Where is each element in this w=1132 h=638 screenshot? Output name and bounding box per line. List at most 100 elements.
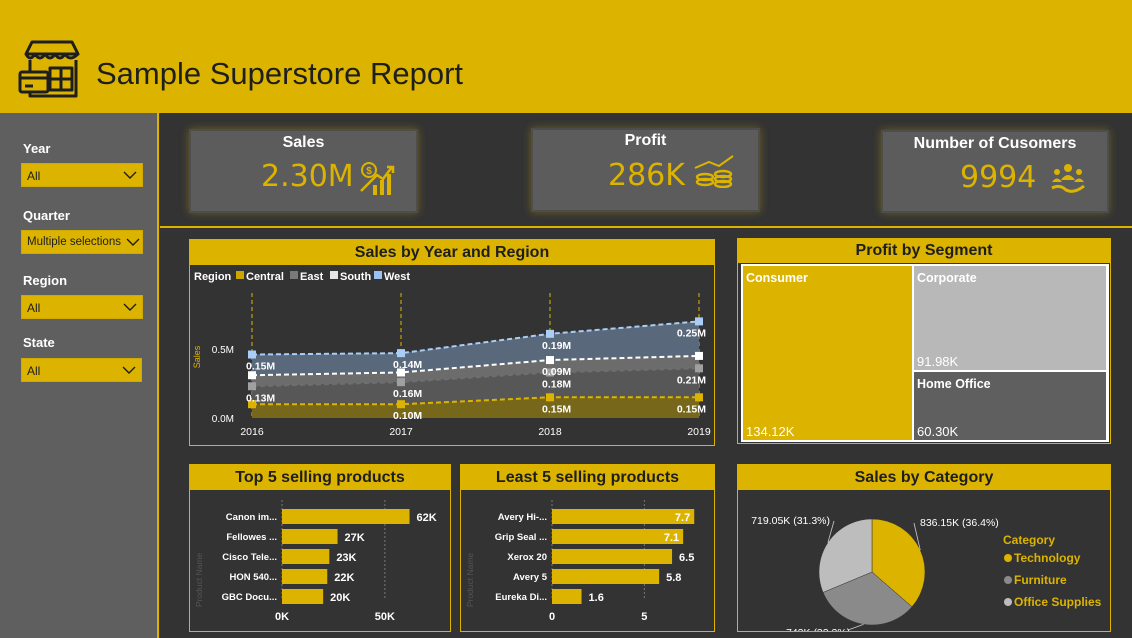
panel-title: Sales by Year and Region <box>190 240 714 265</box>
quarter-dropdown[interactable]: Multiple selections <box>21 230 143 254</box>
bar <box>282 549 330 564</box>
legend-title: Category <box>1003 533 1055 547</box>
data-point <box>695 351 703 360</box>
bar-category-label: Avery 5 <box>513 572 548 583</box>
bar-value-label: 5.8 <box>666 572 681 584</box>
kpi-card-sales[interactable]: Sales 2.30M $ <box>189 129 418 213</box>
bar-value-label: 22K <box>334 572 354 584</box>
store-icon <box>18 40 80 98</box>
legend-swatch <box>374 271 382 279</box>
pie-data-label: 836.15K (36.4%) <box>920 517 999 529</box>
panel-title: Top 5 selling products <box>190 465 450 490</box>
bar <box>282 529 338 544</box>
bar <box>282 509 410 524</box>
x-tick-label: 2017 <box>389 426 413 438</box>
filter-label-quarter: Quarter <box>23 208 70 223</box>
bar-value-label: 6.5 <box>679 552 694 564</box>
sales-by-category-pie[interactable]: 836.15K (36.4%) 742K (32.3%) 719.05K (31.3… <box>738 490 1110 631</box>
panel-title: Sales by Category <box>738 465 1110 490</box>
legend-item-east: East <box>300 271 324 283</box>
x-tick-label: 2019 <box>687 426 711 438</box>
chevron-down-icon <box>126 238 140 246</box>
bar <box>552 569 660 584</box>
bar-category-label: Eureka Di... <box>495 592 547 603</box>
panel-title: Least 5 selling products <box>461 465 714 490</box>
profit-by-segment-treemap[interactable]: Consumer 134.12K Corporate 91.98K Home Offic… <box>738 263 1110 443</box>
x-tick-label: 0 <box>549 611 555 623</box>
legend-marker <box>1004 554 1012 562</box>
bar-category-label: Cisco Tele... <box>222 552 277 563</box>
data-point <box>695 393 703 402</box>
legend-swatch <box>330 271 338 279</box>
region-dropdown[interactable]: All <box>21 295 143 319</box>
bar-category-label: Fellowes ... <box>226 532 277 543</box>
legend-swatch <box>236 271 244 279</box>
svg-text:$: $ <box>366 166 372 177</box>
bar-value-label: 7.1 <box>664 532 679 544</box>
legend-marker <box>1004 598 1012 606</box>
data-label: 0.18M <box>542 378 571 390</box>
state-dropdown[interactable]: All <box>21 358 142 382</box>
bar <box>552 589 582 604</box>
kpi-value-customers: 9994 <box>960 160 1037 195</box>
kpi-value-profit: 286K <box>608 158 685 193</box>
panel-top5-products: Top 5 selling products Product Name 0K 50K… <box>189 464 451 632</box>
data-label: 0.14M <box>393 359 422 371</box>
data-label: 0.15M <box>246 361 275 373</box>
top5-products-chart[interactable]: Product Name 0K 50K Canon im... 62K Fellowes … <box>190 490 450 631</box>
treemap-value-label: 91.98K <box>917 354 959 369</box>
pie-data-label: 719.05K (31.3%) <box>751 515 830 527</box>
data-point <box>397 400 405 409</box>
legend-title: Region <box>194 271 232 283</box>
section-divider <box>160 226 1132 228</box>
panel-sales-by-category: Sales by Category 836.15K (36.4%) 742K (3… <box>737 464 1111 632</box>
bar-category-label: GBC Docu... <box>222 592 277 603</box>
data-point <box>397 378 405 387</box>
kpi-value-sales: 2.30M <box>261 159 354 194</box>
legend-item-west: West <box>384 271 410 283</box>
data-point <box>546 393 554 402</box>
year-dropdown-value: All <box>27 169 41 183</box>
x-tick-label: 2016 <box>240 426 264 438</box>
bar <box>552 549 673 564</box>
year-dropdown[interactable]: All <box>21 163 143 187</box>
least5-products-chart[interactable]: Product Name 0 5 Avery Hi-... 7.7 Grip Seal .… <box>461 490 714 631</box>
x-tick-label: 0K <box>275 611 289 623</box>
y-axis-label: Product Name <box>194 553 204 608</box>
y-axis-label: Product Name <box>465 553 475 608</box>
legend-item-central: Central <box>246 271 284 283</box>
kpi-card-customers[interactable]: Number of Cusomers 9994 <box>881 130 1109 213</box>
kpi-title-customers: Number of Cusomers <box>913 135 1077 152</box>
sales-growth-icon: $ <box>360 162 395 195</box>
chevron-down-icon <box>123 171 137 179</box>
y-tick-label: 0.5M <box>212 345 234 356</box>
filter-sidebar: Year All Quarter Multiple selections Reg… <box>0 113 159 638</box>
page-title: Sample Superstore Report <box>96 56 464 91</box>
state-dropdown-value: All <box>27 364 41 378</box>
treemap-value-label: 134.12K <box>746 424 795 439</box>
filter-label-year: Year <box>23 141 51 156</box>
x-tick-label: 5 <box>641 611 647 623</box>
data-label: 0.21M <box>677 374 706 386</box>
data-label: 0.19M <box>542 340 571 352</box>
kpi-title-sales: Sales <box>282 134 325 151</box>
data-label: 0.13M <box>246 392 275 404</box>
bar-category-label: Canon im... <box>226 512 277 523</box>
data-label: 0.09M <box>542 366 571 378</box>
coins-icon <box>694 155 734 188</box>
bar-value-label: 23K <box>336 552 356 564</box>
panel-profit-by-segment: Profit by Segment Consumer 134.12K Corpora… <box>737 238 1111 444</box>
report-canvas: Sales 2.30M $ Profit 286K Number of Cuso… <box>160 113 1132 638</box>
data-point <box>248 350 256 359</box>
chevron-down-icon <box>123 303 137 311</box>
y-tick-label: 0.0M <box>212 414 234 425</box>
data-point <box>695 317 703 326</box>
kpi-card-profit[interactable]: Profit 286K <box>531 128 760 212</box>
data-point <box>546 329 554 338</box>
customers-icon <box>1051 164 1085 193</box>
bar-value-label: 27K <box>345 532 365 544</box>
data-label: 0.15M <box>677 403 706 415</box>
legend-item-south: South <box>340 271 371 283</box>
legend-item-office-supplies: Office Supplies <box>1014 595 1102 609</box>
sales-by-year-region-chart[interactable]: Region Central East South West Sales 0.0M 0.5M 0… <box>190 265 714 445</box>
